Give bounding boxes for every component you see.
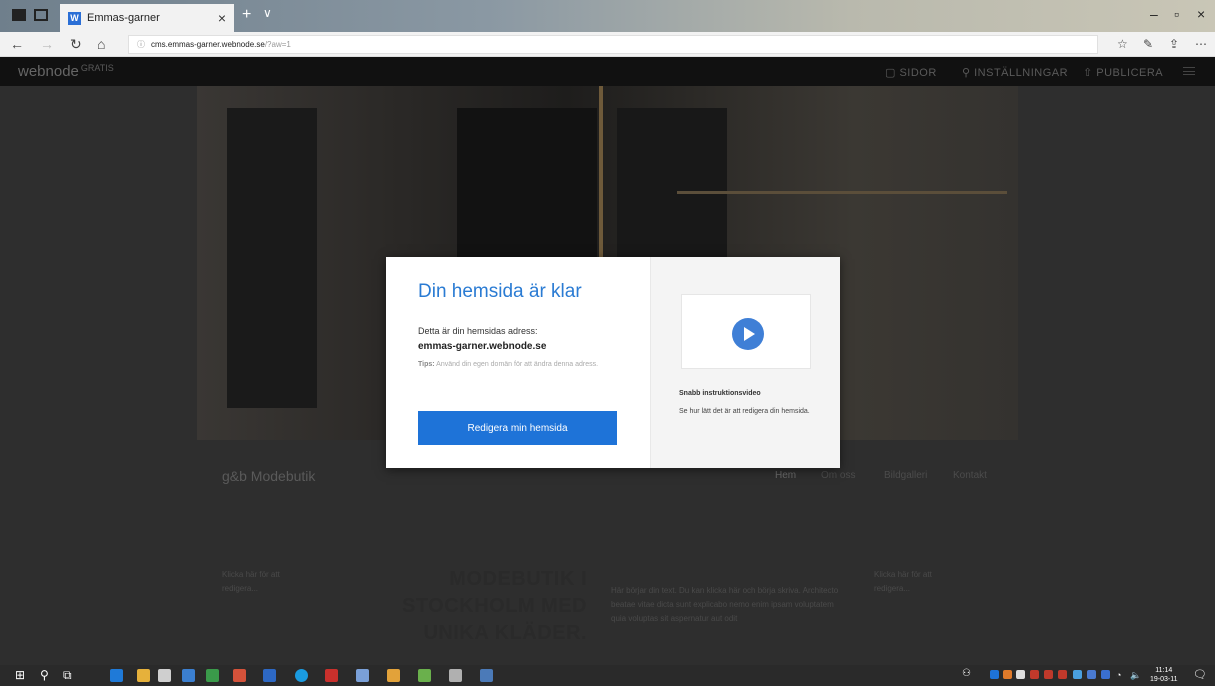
body-text[interactable]: Här börjar din text. Du kan klicka här o…: [611, 584, 841, 626]
url-field[interactable]: ⓘ cms.emmas-garner.webnode.se/?aw=1: [128, 35, 1098, 54]
tray-icon-2[interactable]: [1003, 670, 1012, 679]
dialog-video-panel: Snabb instruktionsvideo Se hur lätt det …: [650, 257, 840, 468]
outlook-icon[interactable]: [263, 669, 276, 682]
wrench-icon: ⚲: [962, 67, 971, 79]
logo-text: webnode: [18, 63, 79, 80]
search-icon[interactable]: ⚲: [40, 668, 49, 682]
share-icon[interactable]: ⇪: [1169, 37, 1179, 51]
headline[interactable]: MODEBUTIK I STOCKHOLM MED UNIKA KLÄDER.: [380, 566, 587, 647]
media-icon[interactable]: [387, 669, 400, 682]
notifications-icon[interactable]: 🗨: [1193, 668, 1207, 681]
maximize-icon[interactable]: ▫: [1174, 6, 1179, 22]
chevron-down-icon[interactable]: ∨: [263, 6, 272, 20]
task-view-icon[interactable]: ⧉: [63, 668, 72, 683]
upload-icon: ⇧: [1083, 67, 1093, 79]
acrobat-icon[interactable]: [325, 669, 338, 682]
address-bar: ← → ↻ ⌂ ⓘ cms.emmas-garner.webnode.se/?aw…: [0, 32, 1215, 57]
tip-body: Använd din egen domän för att ändra denn…: [436, 361, 599, 368]
app-icon[interactable]: [182, 669, 195, 682]
clock-time: 11:14: [1155, 667, 1173, 674]
tray-icon-4[interactable]: [1044, 670, 1053, 679]
publish-label: PUBLICERA: [1096, 67, 1164, 79]
rack-pole: [599, 86, 603, 286]
paint-icon[interactable]: [356, 669, 369, 682]
clock-date: 19-03-11: [1150, 676, 1178, 683]
home-icon[interactable]: ⌂: [97, 36, 105, 52]
document-icon[interactable]: [449, 669, 462, 682]
tab-manager-icon[interactable]: [12, 9, 26, 21]
video-thumbnail[interactable]: [681, 294, 811, 369]
forward-icon[interactable]: →: [40, 36, 54, 52]
nav-item-hem[interactable]: Hem: [775, 470, 796, 481]
tip-text: Tips: Använd din egen domän för att ändr…: [418, 360, 618, 370]
favorites-icon[interactable]: ☆: [1117, 37, 1128, 51]
app2-icon[interactable]: [480, 669, 493, 682]
file-explorer-icon[interactable]: [137, 669, 150, 682]
tray-icon-6[interactable]: [1073, 670, 1082, 679]
nav-item-kontakt[interactable]: Kontakt: [953, 470, 987, 481]
excel-icon[interactable]: [206, 669, 219, 682]
tab-emmas-garner[interactable]: W Emmas-garner ×: [60, 4, 234, 32]
publish-button[interactable]: ⇧ PUBLICERA: [1083, 66, 1163, 79]
clothes-rack-left: [227, 108, 317, 408]
site-address: emmas-garner.webnode.se: [418, 341, 547, 352]
reading-list-icon[interactable]: ✎: [1143, 37, 1153, 51]
tab-title: Emmas-garner: [87, 12, 160, 24]
tray-icon-3[interactable]: [1030, 670, 1039, 679]
play-icon[interactable]: [732, 318, 764, 350]
browser-tab-bar: W Emmas-garner × + ∨ – ▫ ×: [0, 0, 1215, 32]
notepad-icon[interactable]: [418, 669, 431, 682]
address-label: Detta är din hemsidas adress:: [418, 326, 538, 336]
more-icon[interactable]: ⋯: [1195, 37, 1207, 51]
people-icon[interactable]: ⚇: [962, 668, 971, 679]
video-description: Se hur lätt det är att redigera din hems…: [679, 408, 810, 415]
right-placeholder-text[interactable]: Klicka här för att redigera...: [874, 568, 969, 596]
url-host: cms.emmas-garner.webnode.se: [151, 40, 265, 49]
settings-label: INSTÄLLNINGAR: [974, 67, 1069, 79]
url-query: /?aw=1: [264, 40, 291, 49]
pages-icon: ▢: [885, 67, 896, 79]
webnode-logo: webnode GRATIS: [18, 63, 114, 80]
nav-item-om-oss[interactable]: Om oss: [821, 470, 855, 481]
close-window-icon[interactable]: ×: [1197, 6, 1205, 22]
refresh-icon[interactable]: ↻: [70, 36, 82, 53]
site-title[interactable]: g&b Modebutik: [222, 468, 315, 484]
video-title: Snabb instruktionsvideo: [679, 390, 761, 397]
left-placeholder-text[interactable]: Klicka här för att redigera...: [222, 568, 317, 596]
hamburger-menu-icon[interactable]: [1183, 67, 1195, 75]
site-ready-dialog: Din hemsida är klar Detta är din hemsida…: [386, 257, 840, 468]
tray-icon-7[interactable]: [1087, 670, 1096, 679]
wifi-icon[interactable]: ◔: [1116, 670, 1121, 680]
skype-icon[interactable]: [295, 669, 308, 682]
tray-icon-5[interactable]: [1058, 670, 1067, 679]
tip-label: Tips:: [418, 361, 435, 368]
clock[interactable]: 11:14 19-03-11: [1150, 666, 1178, 684]
shelf: [677, 191, 1007, 194]
settings-button[interactable]: ⚲ INSTÄLLNINGAR: [962, 66, 1068, 79]
webnode-toolbar: webnode GRATIS ▢ SIDOR ⚲ INSTÄLLNINGAR ⇧ …: [0, 57, 1215, 86]
new-tab-icon[interactable]: +: [242, 6, 251, 24]
bluetooth-icon[interactable]: [1101, 670, 1110, 679]
dialog-main-panel: Din hemsida är klar Detta är din hemsida…: [386, 257, 650, 468]
tab-back-icon[interactable]: [34, 9, 48, 21]
edge-icon[interactable]: [110, 669, 123, 682]
gratis-badge: GRATIS: [80, 63, 114, 73]
pages-label: SIDOR: [899, 67, 937, 79]
powerpoint-icon[interactable]: [233, 669, 246, 682]
info-icon[interactable]: ⓘ: [137, 40, 145, 49]
tray-icon-1[interactable]: [990, 670, 999, 679]
windows-start-icon[interactable]: ⊞: [15, 668, 25, 682]
nav-item-bildgalleri[interactable]: Bildgalleri: [884, 470, 927, 481]
dialog-title: Din hemsida är klar: [418, 281, 582, 302]
close-tab-icon[interactable]: ×: [218, 10, 226, 26]
edit-site-button[interactable]: Redigera min hemsida: [418, 411, 617, 445]
minimize-icon[interactable]: –: [1150, 6, 1158, 22]
windows-taskbar: ⊞ ⚲ ⧉ ⚇ ◔ 🔈 11:14 19-03-11 🗨: [0, 665, 1215, 686]
pages-button[interactable]: ▢ SIDOR: [885, 66, 937, 79]
volume-icon[interactable]: 🔈: [1130, 670, 1141, 681]
webnode-favicon-icon: W: [68, 11, 81, 25]
back-icon[interactable]: ←: [10, 36, 24, 52]
mail-icon[interactable]: [158, 669, 171, 682]
onedrive-icon[interactable]: [1016, 670, 1025, 679]
